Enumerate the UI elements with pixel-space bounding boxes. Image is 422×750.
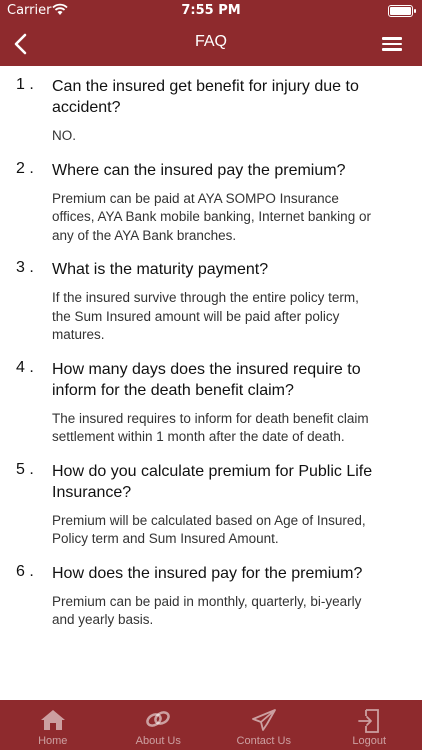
faq-list[interactable]: 1 . Can the insured get benefit for inju… (0, 66, 422, 700)
tab-home[interactable]: Home (0, 700, 106, 750)
hamburger-line (382, 48, 402, 51)
faq-number: 5 . (16, 460, 34, 478)
faq-item: 1 . Can the insured get benefit for inju… (0, 76, 422, 146)
tab-bar: Home About Us Contact Us Logout (0, 700, 422, 750)
menu-button[interactable] (382, 34, 404, 54)
link-icon (146, 711, 171, 727)
tab-contact-us[interactable]: Contact Us (211, 700, 317, 750)
status-time: 7:55 PM (181, 3, 241, 18)
faq-answer: The insured requires to inform for death… (52, 410, 369, 445)
tab-logout-label: Logout (352, 735, 387, 747)
faq-answer: Premium will be calculated based on Age … (52, 512, 366, 547)
faq-question: How do you calculate premium for Public … (52, 462, 373, 501)
faq-question: How many days does the insured require t… (52, 360, 361, 399)
faq-answer: Premium can be paid at AYA SOMPO Insuran… (52, 190, 371, 243)
faq-number: 1 . (16, 76, 34, 93)
faq-item: 4 . How many days does the insured requi… (0, 359, 422, 447)
faq-question: Where can the insured pay the premium? (52, 161, 346, 179)
tab-contact-us-label: Contact Us (236, 735, 291, 747)
faq-item: 6 . How does the insured pay for the pre… (0, 563, 422, 630)
hamburger-menu-icon (382, 37, 402, 40)
faq-answer: If the insured survive through the entir… (52, 290, 359, 342)
logout-icon (358, 709, 380, 733)
faq-answer: Premium can be paid in monthly, quarterl… (52, 593, 362, 628)
tab-about-us-label: About Us (135, 735, 181, 747)
faq-number: 3 . (16, 259, 34, 276)
hamburger-line (382, 42, 402, 45)
home-icon (40, 710, 65, 730)
app-header: Carrier 7:55 PM FAQ (0, 0, 422, 66)
faq-question: How does the insured pay for the premium… (52, 564, 363, 582)
battery-icon (388, 5, 416, 17)
faq-question: Can the insured get benefit for injury d… (52, 78, 359, 116)
faq-answer: NO. (52, 128, 77, 143)
faq-number: 2 . (16, 159, 34, 177)
navbar: FAQ (0, 22, 422, 66)
status-bar: Carrier 7:55 PM (0, 0, 422, 22)
tab-home-label: Home (38, 735, 68, 747)
page-title: FAQ (194, 33, 227, 50)
faq-item: 3 . What is the maturity payment? If the… (0, 259, 422, 345)
faq-number: 6 . (16, 562, 34, 580)
tab-logout[interactable]: Logout (317, 700, 422, 750)
faq-question: What is the maturity payment? (52, 261, 269, 278)
faq-item: 5 . How do you calculate premium for Pub… (0, 461, 422, 549)
faq-item: 2 . Where can the insured pay the premiu… (0, 160, 422, 246)
faq-number: 4 . (16, 358, 34, 376)
tab-about-us[interactable]: About Us (106, 700, 212, 750)
paper-plane-icon (251, 709, 276, 731)
